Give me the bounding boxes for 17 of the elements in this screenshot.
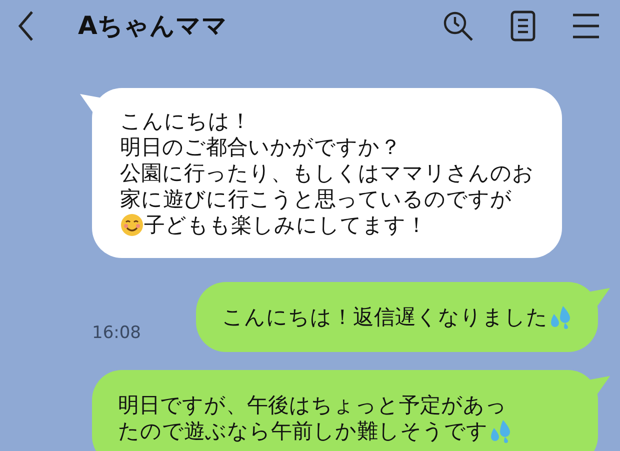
message-text: 公園に行ったり、もしくはママリさんのお [120,160,534,186]
chat-title: Aちゃんママ [78,10,228,42]
message-text: こんにちは！返信遅くなりました [222,304,548,330]
message-text: こんにちは！ [120,108,251,134]
menu-icon[interactable] [572,13,600,39]
back-icon [17,10,35,42]
search-icon[interactable] [442,10,474,42]
message-time: 16:08 [92,322,141,344]
sweat-drops-icon [548,305,572,329]
notes-icon[interactable] [510,10,536,42]
message-text: 子どもも楽しみにしてます！ [144,212,427,238]
smiling-face-icon [120,213,144,237]
sweat-drops-icon [488,419,512,443]
message-text: たので遊ぶなら午前しか難しそうです [118,418,488,444]
message-text: 明日のご都合いかがですか？ [120,134,401,160]
message-text: 明日ですが、午後はちょっと予定があっ [118,392,507,418]
message-text: 家に遊びに行こうと思っているのですが [120,186,512,212]
